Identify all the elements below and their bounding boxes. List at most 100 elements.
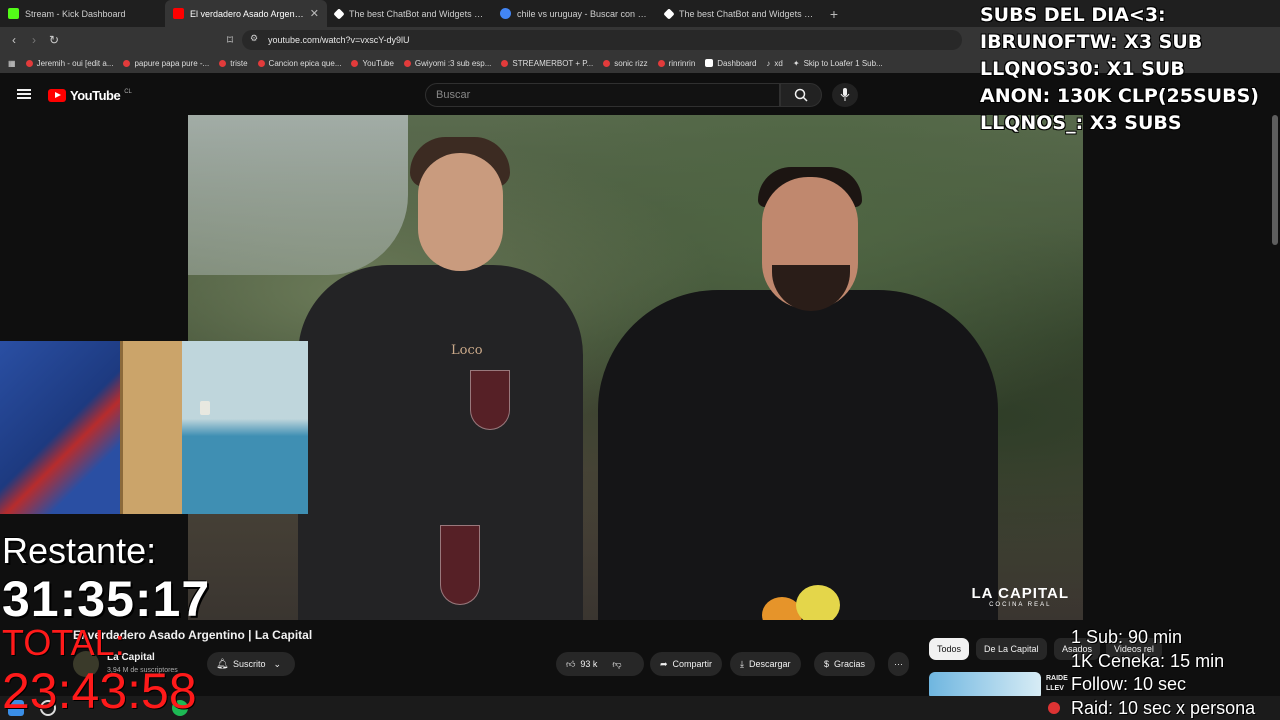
share-button[interactable]: ➦ Compartir <box>650 652 723 676</box>
cam-wall <box>182 341 308 514</box>
bookmark-item[interactable]: Jeremih - oui [edit a... <box>25 58 114 68</box>
page-scrollbar[interactable] <box>1272 115 1278 245</box>
thanks-label: Gracias <box>834 659 866 669</box>
recommended-title[interactable]: RAIDE LLEV <box>1046 674 1068 694</box>
bookmark-label: Skip to Loafer 1 Sub... <box>803 58 883 68</box>
like-dislike-group: 👍︎ 93 k 👎︎ <box>556 652 644 676</box>
back-icon[interactable]: ‹ <box>4 33 24 47</box>
bookmark-label: YouTube <box>362 58 394 68</box>
tab-chatbot-widgets[interactable]: The best ChatBot and Widgets for Ki <box>327 0 492 27</box>
bookmark-label: Dashboard <box>717 58 757 68</box>
url-text: youtube.com/watch?v=vxscY-dy9lU <box>268 35 410 45</box>
tab-title: The best ChatBot and Widgets for Ki <box>679 8 814 19</box>
webcam-feed <box>0 341 308 514</box>
more-actions-button[interactable]: ··· <box>888 652 909 676</box>
share-icon: ➦ <box>660 658 668 669</box>
google-icon <box>500 8 511 19</box>
youtube-icon <box>501 59 509 67</box>
download-label: Descargar <box>748 659 791 669</box>
bookmark-item[interactable]: ✦ Skip to Loafer 1 Sub... <box>793 59 883 68</box>
bookmark-item[interactable]: ♪ xd <box>766 59 782 68</box>
chip-de-la-capital[interactable]: De La Capital <box>976 638 1047 660</box>
screen: Stream - Kick Dashboard El verdadero Asa… <box>0 0 1280 720</box>
subs-line: LLQNOS_: X3 SUBS <box>980 112 1182 134</box>
bookmark-item[interactable]: sonic rizz <box>603 58 648 68</box>
total-label: TOTAL: <box>2 622 125 663</box>
bookmark-icon[interactable]: ⌑ <box>220 33 240 47</box>
light-switch <box>200 401 210 415</box>
new-tab-button[interactable]: + <box>822 6 846 22</box>
reload-icon[interactable]: ↻ <box>44 33 64 47</box>
wine-glass <box>440 525 480 605</box>
url-field[interactable]: youtube.com/watch?v=vxscY-dy9lU <box>242 30 962 50</box>
forward-icon[interactable]: › <box>24 33 44 47</box>
dislike-icon[interactable]: 👎︎ <box>612 659 621 670</box>
subscribe-state-label: Suscrito <box>233 659 266 669</box>
site-info-icon[interactable]: ⚙ <box>250 33 258 44</box>
youtube-play-icon <box>48 89 66 102</box>
youtube-icon <box>603 59 611 67</box>
diamond-icon <box>663 7 675 20</box>
bookmark-item[interactable]: Dashboard <box>705 59 756 68</box>
search-placeholder: Buscar <box>436 89 471 101</box>
apps-icon[interactable]: ▦ <box>8 59 16 68</box>
voice-search-button[interactable] <box>832 83 858 107</box>
tab-kick-dashboard[interactable]: Stream - Kick Dashboard <box>0 0 165 27</box>
bookmark-label: sonic rizz <box>614 58 648 68</box>
rate-line: Follow: 10 sec <box>1071 674 1187 694</box>
more-icon: ··· <box>894 659 903 669</box>
youtube-icon <box>123 59 131 67</box>
recommended-title-line: RAIDE <box>1046 675 1068 682</box>
bookmark-item[interactable]: papure papa pure -... <box>123 59 209 68</box>
youtube-icon <box>351 59 359 67</box>
bookmark-item[interactable]: STREAMERBOT + P... <box>501 59 593 68</box>
bookmark-item[interactable]: triste <box>219 59 248 68</box>
dashboard-icon <box>705 59 714 67</box>
youtube-logo[interactable]: YouTube CL <box>48 88 132 103</box>
thanks-button[interactable]: $ Gracias <box>814 652 876 676</box>
download-icon: ⤓ <box>740 658 744 669</box>
like-count[interactable]: 93 k <box>580 659 597 669</box>
youtube-logo-text: YouTube <box>70 88 121 103</box>
video-player[interactable]: Loco LA CAPITAL COCINA REAL <box>188 115 1083 620</box>
chip-todos[interactable]: Todos <box>929 638 970 660</box>
bookmark-label: Cancion epica que... <box>268 58 342 68</box>
lemon-fruit <box>796 585 840 620</box>
subs-line: IBRUNOFTW: X3 SUB <box>980 31 1203 53</box>
like-icon[interactable]: 👍︎ <box>566 659 575 670</box>
download-button[interactable]: ⤓ Descargar <box>730 652 801 676</box>
youtube-icon <box>403 59 411 67</box>
subscribed-button[interactable]: 🔔︎ Suscrito ⌄ <box>207 652 295 676</box>
bookmark-item[interactable]: Gwiyomi :3 sub esp... <box>403 58 492 68</box>
bookmark-item[interactable]: YouTube <box>351 58 394 68</box>
rate-line: 1K Ceneka: 15 min <box>1071 650 1225 671</box>
tray-icon[interactable] <box>1048 702 1060 714</box>
rate-line: Raid: 10 sec x persona <box>1071 697 1256 718</box>
tab-google-search[interactable]: chile vs uruguay - Buscar con Google <box>492 0 657 27</box>
recommended-title-line: LLEV <box>1046 685 1064 692</box>
menu-icon[interactable] <box>17 89 31 99</box>
bookmark-item[interactable]: Cancion epica que... <box>257 58 342 68</box>
watermark-subtitle: COCINA REAL <box>989 602 1052 608</box>
channel-watermark: LA CAPITAL COCINA REAL <box>972 585 1070 608</box>
tab-title: chile vs uruguay - Buscar con Google <box>517 8 649 19</box>
youtube-icon <box>219 59 227 67</box>
bookmark-label: Jeremih - oui [edit a... <box>36 58 114 68</box>
close-tab-icon[interactable]: ✕ <box>310 7 319 20</box>
youtube-icon <box>257 59 265 67</box>
search-button[interactable] <box>780 83 822 107</box>
tab-chatbot-widgets-2[interactable]: The best ChatBot and Widgets for Ki <box>657 0 822 27</box>
shirt-logo: Loco <box>451 343 483 358</box>
tab-youtube-video[interactable]: El verdadero Asado Argentino ✕ <box>165 0 327 27</box>
person-right <box>598 290 998 620</box>
subs-line: SUBS DEL DIA<3: <box>980 4 1166 26</box>
bookmark-label: Gwiyomi :3 sub esp... <box>414 58 492 68</box>
country-code: CL <box>124 88 132 95</box>
youtube-icon <box>25 59 33 67</box>
search-input[interactable]: Buscar <box>425 83 780 107</box>
bookmark-label: papure papa pure -... <box>134 58 210 68</box>
video-background <box>188 115 408 275</box>
bookmark-item[interactable]: rinrinrin <box>657 58 696 68</box>
bookmark-label: rinrinrin <box>668 58 696 68</box>
watermark-title: LA CAPITAL <box>971 585 1069 602</box>
